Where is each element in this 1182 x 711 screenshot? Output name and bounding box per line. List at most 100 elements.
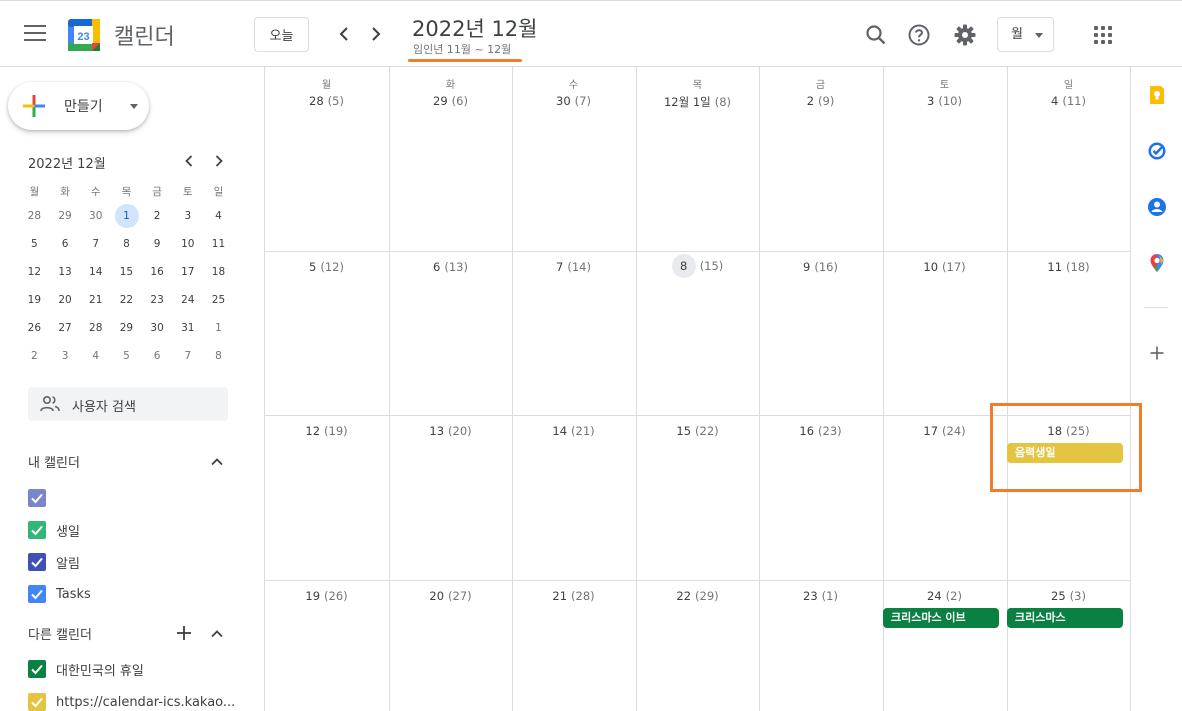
mini-calendar-day[interactable]: 3 (172, 210, 203, 222)
today-button[interactable]: 오늘 (254, 17, 309, 52)
contacts-icon[interactable] (1147, 197, 1167, 217)
mini-calendar-day[interactable]: 21 (80, 294, 111, 306)
day-number[interactable]: 2 (9) (759, 94, 882, 108)
my-calendars-title[interactable]: 내 캘린더 (28, 452, 80, 471)
day-cell[interactable] (759, 416, 882, 580)
calendar-checkbox[interactable] (28, 585, 46, 603)
day-number[interactable]: 17 (24) (883, 424, 1006, 438)
mini-previous-month-icon[interactable] (179, 151, 199, 175)
day-number[interactable]: 8 (15) (636, 254, 759, 278)
day-cell[interactable] (265, 416, 388, 580)
calendar-checkbox[interactable] (28, 521, 46, 539)
day-number[interactable]: 23 (1) (759, 589, 882, 603)
mini-calendar-day[interactable]: 25 (203, 294, 234, 306)
calendar-checkbox[interactable] (28, 693, 46, 711)
mini-calendar-day[interactable]: 16 (142, 266, 173, 278)
mini-calendar-day[interactable]: 4 (80, 350, 111, 362)
calendar-checkbox[interactable] (28, 489, 46, 507)
mini-calendar-day[interactable]: 29 (50, 210, 81, 222)
mini-calendar-day[interactable]: 14 (80, 266, 111, 278)
calendar-checkbox[interactable] (28, 553, 46, 571)
calendar-list-item[interactable]: 대한민국의 휴일 (28, 660, 144, 679)
day-number[interactable]: 16 (23) (759, 424, 882, 438)
mini-calendar-day[interactable]: 30 (142, 322, 173, 334)
day-number[interactable]: 29 (6) (389, 94, 512, 108)
mini-calendar-day[interactable]: 1 (203, 322, 234, 334)
mini-calendar-day[interactable]: 5 (111, 350, 142, 362)
mini-calendar-day[interactable]: 24 (172, 294, 203, 306)
mini-calendar-day[interactable]: 17 (172, 266, 203, 278)
mini-calendar-day[interactable]: 26 (19, 322, 50, 334)
main-menu-icon[interactable] (24, 25, 46, 43)
day-number[interactable]: 11 (18) (1007, 260, 1130, 274)
calendar-checkbox[interactable] (28, 660, 46, 678)
chevron-up-icon[interactable] (209, 454, 225, 470)
calendar-list-item[interactable]: 알림 (28, 553, 80, 572)
day-number[interactable]: 22 (29) (636, 589, 759, 603)
add-calendar-icon[interactable] (176, 625, 192, 641)
day-number[interactable]: 13 (20) (389, 424, 512, 438)
mini-calendar-day[interactable]: 11 (203, 238, 234, 250)
tasks-icon[interactable] (1147, 141, 1167, 161)
help-icon[interactable] (906, 22, 932, 48)
day-number[interactable]: 21 (28) (512, 589, 635, 603)
settings-gear-icon[interactable] (952, 22, 978, 48)
day-number[interactable]: 7 (14) (512, 260, 635, 274)
day-number[interactable]: 5 (12) (265, 260, 388, 274)
mini-calendar-day[interactable]: 2 (19, 350, 50, 362)
day-number[interactable]: 10 (17) (883, 260, 1006, 274)
calendar-list-item[interactable] (28, 489, 56, 507)
mini-calendar-day[interactable]: 10 (172, 238, 203, 250)
day-number[interactable]: 24 (2) (883, 589, 1006, 603)
calendar-event-chip[interactable]: 크리스마스 이브 (883, 608, 999, 628)
mini-calendar-day[interactable]: 6 (50, 238, 81, 250)
mini-calendar-day[interactable]: 9 (142, 238, 173, 250)
keep-icon[interactable] (1147, 85, 1167, 105)
day-cell[interactable] (1007, 252, 1130, 415)
day-number[interactable]: 3 (10) (883, 94, 1006, 108)
mini-calendar-day[interactable]: 4 (203, 210, 234, 222)
mini-calendar-day[interactable]: 3 (50, 350, 81, 362)
search-users-input[interactable]: 사용자 검색 (28, 387, 228, 421)
mini-calendar-day[interactable]: 8 (203, 350, 234, 362)
mini-calendar-day[interactable]: 2 (142, 210, 173, 222)
calendar-list-item[interactable]: https://calendar-ics.kakao... (28, 693, 235, 711)
mini-calendar-day[interactable]: 7 (80, 238, 111, 250)
mini-calendar-day[interactable]: 29 (111, 322, 142, 334)
other-calendars-title[interactable]: 다른 캘린더 (28, 624, 92, 643)
previous-month-icon[interactable] (332, 22, 356, 46)
mini-next-month-icon[interactable] (209, 151, 229, 175)
day-number[interactable]: 12월 1일 (8) (636, 94, 759, 110)
day-cell[interactable] (759, 252, 882, 415)
mini-calendar-day[interactable]: 23 (142, 294, 173, 306)
mini-calendar-day[interactable]: 6 (142, 350, 173, 362)
mini-calendar-day[interactable]: 1 (111, 204, 142, 228)
day-number[interactable]: 19 (26) (265, 589, 388, 603)
day-number[interactable]: 6 (13) (389, 260, 512, 274)
mini-calendar-day[interactable]: 5 (19, 238, 50, 250)
mini-calendar-day[interactable]: 30 (80, 210, 111, 222)
day-cell[interactable] (265, 252, 388, 415)
create-event-button[interactable]: 만들기 (8, 82, 149, 130)
add-icon[interactable] (1147, 343, 1167, 363)
google-apps-icon[interactable] (1094, 26, 1112, 44)
next-month-icon[interactable] (364, 22, 388, 46)
day-number[interactable]: 15 (22) (636, 424, 759, 438)
mini-calendar-day[interactable]: 8 (111, 238, 142, 250)
day-cell[interactable] (389, 252, 512, 415)
day-number[interactable]: 20 (27) (389, 589, 512, 603)
day-cell[interactable] (512, 252, 635, 415)
day-cell[interactable] (883, 252, 1006, 415)
mini-calendar-day[interactable]: 7 (172, 350, 203, 362)
mini-calendar-day[interactable]: 31 (172, 322, 203, 334)
mini-calendar-day[interactable]: 12 (19, 266, 50, 278)
day-cell[interactable] (389, 416, 512, 580)
mini-calendar-day[interactable]: 15 (111, 266, 142, 278)
calendar-list-item[interactable]: Tasks (28, 585, 91, 603)
calendar-list-item[interactable]: 생일 (28, 521, 80, 540)
mini-calendar-day[interactable]: 22 (111, 294, 142, 306)
calendar-event-chip[interactable]: 크리스마스 (1007, 608, 1123, 628)
mini-calendar-day[interactable]: 28 (19, 210, 50, 222)
mini-calendar-day[interactable]: 20 (50, 294, 81, 306)
maps-icon[interactable] (1147, 253, 1167, 273)
